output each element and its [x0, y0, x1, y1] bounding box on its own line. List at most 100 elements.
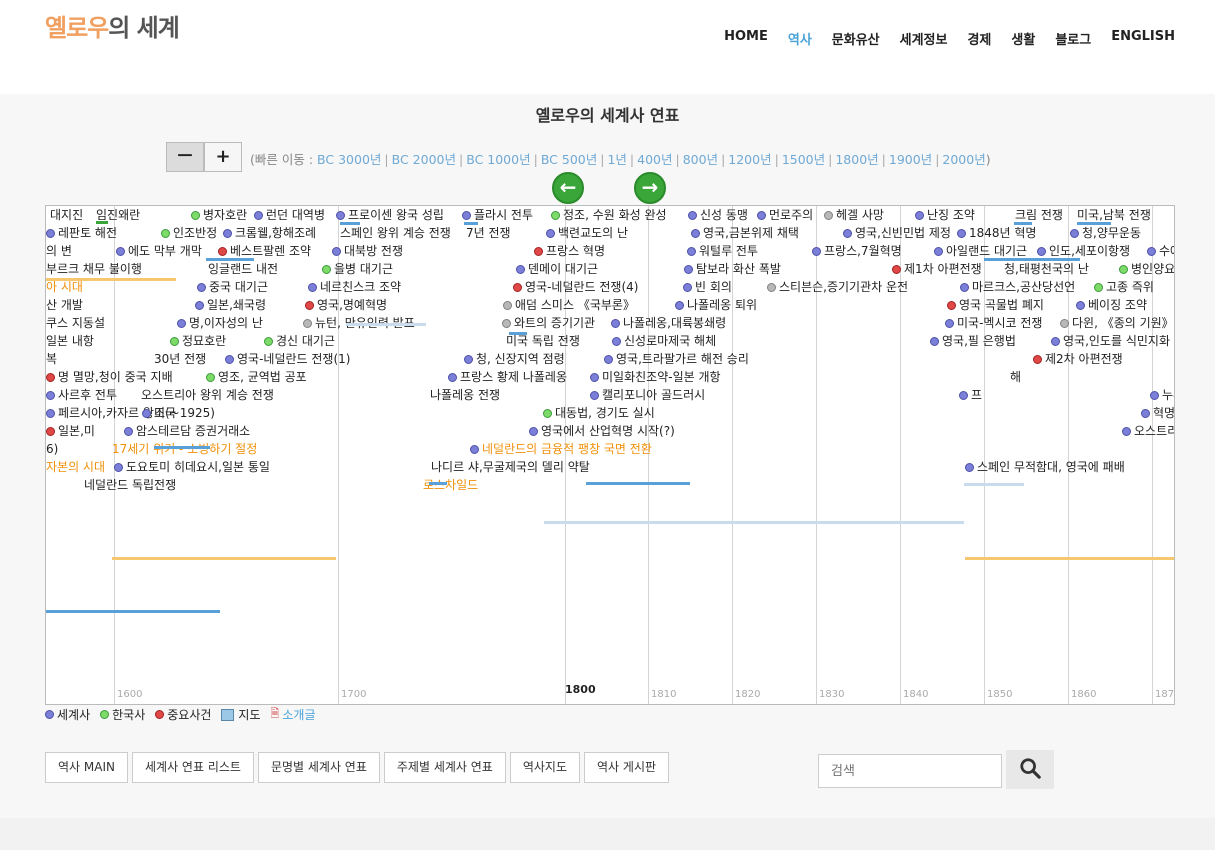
- arrow-right-icon[interactable]: →: [634, 172, 666, 204]
- timeline-event[interactable]: 6): [46, 442, 58, 456]
- timeline-event[interactable]: 레판토 해전: [46, 226, 117, 240]
- timeline-event[interactable]: 자본의 시대: [46, 460, 105, 474]
- timeline-event[interactable]: 경신 대기근: [264, 334, 335, 348]
- timeline-event[interactable]: 미일화친조약-일본 개항: [590, 370, 721, 384]
- timeline-event[interactable]: 워털루 전투: [687, 244, 758, 258]
- timeline-event[interactable]: 프랑스,7월혁명: [812, 244, 902, 258]
- search-button[interactable]: [1006, 750, 1054, 789]
- timeline-event[interactable]: 도요토미 히데요시,일본 통일: [114, 460, 270, 474]
- timeline-event[interactable]: 프랑스 혁명: [534, 244, 605, 258]
- timeline-event[interactable]: 헤겔 사망: [824, 208, 884, 222]
- timeline-event[interactable]: 빈 회의: [683, 280, 732, 294]
- quick-link[interactable]: BC 500년: [541, 152, 597, 167]
- timeline-event[interactable]: 산 개발: [46, 298, 83, 312]
- timeline-event[interactable]: 영국-네덜란드 전쟁(1): [225, 352, 350, 366]
- timeline-event[interactable]: 플라시 전투: [462, 208, 533, 222]
- timeline-event[interactable]: 중국 대기근: [197, 280, 268, 294]
- timeline-event[interactable]: 프랑스 황제 나폴레옹: [448, 370, 567, 384]
- nav-english[interactable]: ENGLISH: [1111, 29, 1175, 48]
- timeline-event[interactable]: 신성로마제국 해체: [612, 334, 716, 348]
- timeline-event[interactable]: 베이징 조약: [1076, 298, 1147, 312]
- timeline-event[interactable]: 누루하치, 후금 건국: [1150, 388, 1174, 402]
- timeline-event[interactable]: 영국,인도를 식민지화: [1051, 334, 1170, 348]
- timeline-event[interactable]: 아 시대: [46, 280, 83, 294]
- timeline-event[interactable]: 마르크스,공산당선언: [960, 280, 1075, 294]
- quick-link[interactable]: 1년: [607, 152, 626, 167]
- timeline-event[interactable]: 네덜란드의 금융적 팽창 국면 전환: [470, 442, 652, 456]
- timeline-event[interactable]: 17세기 위기 - 소빙하기 절정: [112, 442, 257, 456]
- quick-link[interactable]: 800년: [683, 152, 718, 167]
- timeline-event[interactable]: 로스차일드: [423, 478, 478, 492]
- timeline-event[interactable]: 사르후 전투: [46, 388, 117, 402]
- timeline-event[interactable]: 일본,미: [46, 424, 95, 438]
- timeline-event[interactable]: 오스트리: [1122, 424, 1174, 438]
- timeline-event[interactable]: 임진왜란: [96, 208, 140, 222]
- legend-intro[interactable]: 🗎 소개글: [271, 705, 316, 724]
- timeline-event[interactable]: 미국,남북 전쟁: [1077, 208, 1151, 222]
- timeline-event[interactable]: 다윈, 《종의 기원》: [1060, 316, 1174, 330]
- timeline-event[interactable]: 캘리포니아 골드러시: [590, 388, 705, 402]
- timeline-event[interactable]: 정묘호란: [170, 334, 226, 348]
- quick-link[interactable]: BC 1000년: [466, 152, 530, 167]
- timeline-event[interactable]: 영국,명예혁명: [305, 298, 387, 312]
- nav-history[interactable]: 역사: [788, 29, 812, 48]
- quick-link[interactable]: 1800년: [835, 152, 878, 167]
- timeline-event[interactable]: 크림 전쟁: [1015, 208, 1063, 222]
- site-logo[interactable]: 옐로우의 세계: [45, 8, 180, 43]
- quick-link[interactable]: 2000년: [942, 152, 985, 167]
- timeline-event[interactable]: 미국 독립 전쟁: [506, 334, 580, 348]
- timeline-event[interactable]: 병자호란: [191, 208, 247, 222]
- timeline-event[interactable]: 런던 대역병: [254, 208, 325, 222]
- timeline-event[interactable]: 해: [1010, 370, 1021, 384]
- timeline-event[interactable]: 명,이자성의 난: [177, 316, 263, 330]
- zoom-out-button[interactable]: －: [166, 142, 204, 172]
- timeline-event[interactable]: 영국에서 산업혁명 시작(?): [529, 424, 675, 438]
- timeline-event[interactable]: 덴메이 대기근: [516, 262, 598, 276]
- timeline-canvas[interactable]: 1600 1700 1810 1820 1830 1840 1850 1860 1870 1800…: [45, 205, 1175, 705]
- topic-timeline-button[interactable]: 주제별 세계사 연표: [383, 752, 506, 783]
- timeline-event[interactable]: 인도,세포이항쟁: [1037, 244, 1130, 258]
- nav-economy[interactable]: 경제: [967, 29, 991, 48]
- quick-link[interactable]: 1200년: [728, 152, 771, 167]
- civilization-timeline-button[interactable]: 문명별 세계사 연표: [257, 752, 380, 783]
- timeline-event[interactable]: 나디르 샤,무굴제국의 델리 약탈: [431, 460, 590, 474]
- timeline-event[interactable]: 을병 대기근: [322, 262, 393, 276]
- timeline-event[interactable]: 네덜란드 독립전쟁: [84, 478, 176, 492]
- timeline-event[interactable]: 베스트팔렌 조약: [218, 244, 311, 258]
- timeline-event[interactable]: 페르시아,카자르 왕조(~1925): [46, 406, 215, 420]
- timeline-event[interactable]: 영국-네덜란드 전쟁(4): [513, 280, 638, 294]
- timeline-event[interactable]: 나폴레옹 퇴위: [675, 298, 757, 312]
- timeline-event[interactable]: 영국 곡물법 폐지: [947, 298, 1044, 312]
- legend-korea[interactable]: 한국사: [100, 705, 145, 724]
- timeline-event[interactable]: 의 변: [46, 244, 72, 258]
- history-map-button[interactable]: 역사지도: [509, 752, 581, 783]
- timeline-event[interactable]: 복: [46, 352, 57, 366]
- timeline-event[interactable]: 30년 전쟁: [154, 352, 206, 366]
- timeline-event[interactable]: 명 멸망,청이 중국 지배: [46, 370, 173, 384]
- timeline-event[interactable]: 와트의 증기기관: [502, 316, 595, 330]
- timeline-event[interactable]: 제1차 아편전쟁: [892, 262, 982, 276]
- quick-link[interactable]: 400년: [637, 152, 672, 167]
- timeline-event[interactable]: 크롬웰,항해조례: [223, 226, 316, 240]
- nav-home[interactable]: HOME: [724, 29, 768, 48]
- timeline-event[interactable]: 7년 전쟁: [466, 226, 511, 240]
- timeline-event[interactable]: 병인양요: [1119, 262, 1174, 276]
- timeline-event[interactable]: 쿠스 지동설: [46, 316, 105, 330]
- timeline-event[interactable]: 프로이센 왕국 성립: [336, 208, 444, 222]
- timeline-event[interactable]: 인조반정: [161, 226, 217, 240]
- timeline-event[interactable]: 아일랜드 대기근: [934, 244, 1027, 258]
- timeline-event[interactable]: 대지진: [50, 208, 83, 222]
- nav-heritage[interactable]: 문화유산: [832, 29, 880, 48]
- timeline-event[interactable]: 에도 막부 개막: [116, 244, 202, 258]
- arrow-left-icon[interactable]: ←: [552, 172, 584, 204]
- timeline-event[interactable]: 혁명의 시대: [1141, 406, 1174, 420]
- timeline-event[interactable]: 프: [959, 388, 982, 402]
- timeline-event[interactable]: 청,양무운동: [1070, 226, 1141, 240]
- timeline-event[interactable]: 영국,금본위제 채택: [691, 226, 799, 240]
- timeline-event[interactable]: 청, 신장지역 점령: [464, 352, 565, 366]
- timeline-event[interactable]: 먼로주의: [757, 208, 813, 222]
- timeline-event[interactable]: 대북방 전쟁: [332, 244, 403, 258]
- legend-world[interactable]: 세계사: [45, 705, 90, 724]
- legend-map[interactable]: 지도: [221, 705, 261, 724]
- legend-major[interactable]: 중요사건: [155, 705, 211, 724]
